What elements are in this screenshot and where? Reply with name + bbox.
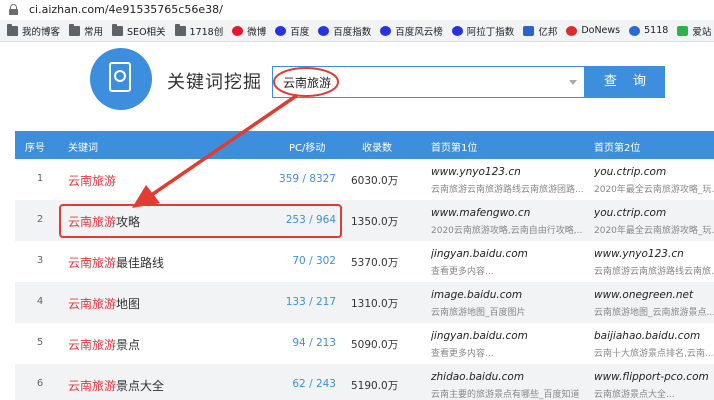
col-pc-mobile[interactable]: PC/移动 [289, 139, 325, 154]
aizhan-icon [677, 25, 689, 36]
row-rank2-desc: 2020年最全云南旅游攻略_玩... [594, 226, 714, 236]
row-rank1-url[interactable]: image.baidu.com [431, 289, 583, 301]
row-keyword[interactable]: 云南旅游景点大全 [68, 377, 164, 394]
bookmark-ebrun[interactable]: 亿邦 [523, 24, 557, 38]
row-index: 1 [36, 173, 44, 184]
ebrun-icon [523, 25, 535, 36]
row-keyword[interactable]: 云南旅游地图 [68, 295, 140, 312]
search-button[interactable]: 查 询 [585, 66, 665, 98]
bookmark-1718[interactable]: 1718创 [174, 23, 223, 38]
bookmark-weibo[interactable]: 微博 [232, 24, 266, 38]
bookmark-aladdin[interactable]: 阿拉丁指数 [451, 24, 514, 38]
row-pc-mobile[interactable]: 133 / 217 [246, 296, 336, 308]
baidu-paw-icon [451, 25, 463, 36]
row-rank1-url[interactable]: zhidao.baidu.com [431, 371, 583, 383]
row-pc-mobile[interactable]: 253 / 964 [246, 214, 336, 226]
row-rank1-desc: 云南旅游地图_百度图片 [431, 308, 526, 318]
row-rank2-desc: 2020年最全云南旅游攻略_玩... [594, 185, 714, 195]
page-title: 关键词挖掘 [167, 72, 262, 93]
row-keyword[interactable]: 云南旅游 [68, 172, 116, 189]
row-keyword[interactable]: 云南旅游最佳路线 [68, 254, 164, 271]
col-indexed[interactable]: 收录数 [362, 139, 392, 154]
url-text[interactable]: ci.aizhan.com/4e91535765c56e38/ [29, 3, 223, 16]
table-header: 序号 关键词 PC/移动 收录数 首页第1位 首页第2位 [15, 131, 714, 159]
donews-icon [566, 25, 578, 36]
table-row: 3 云南旅游最佳路线 70 / 302 5370.0万 jingyan.baid… [15, 241, 714, 282]
row-indexed: 1310.0万 [351, 298, 399, 310]
row-keyword[interactable]: 云南旅游攻略 [68, 213, 140, 230]
bookmark-5118[interactable]: 5118 [629, 25, 668, 36]
row-index: 4 [36, 296, 44, 307]
row-rank2-url[interactable]: www.ynyo123.cn [594, 248, 714, 260]
folder-icon [7, 23, 18, 36]
col-keyword: 关键词 [68, 143, 98, 154]
search-input[interactable]: 云南旅游 [272, 66, 585, 98]
table-row: 6 云南旅游景点大全 62 / 243 5190.0万 zhidao.baidu… [15, 364, 714, 400]
row-index: 3 [36, 255, 44, 266]
address-bar[interactable]: ci.aizhan.com/4e91535765c56e38/ [0, 0, 714, 20]
folder-icon [174, 23, 186, 36]
dropdown-caret-icon[interactable] [569, 80, 577, 85]
row-rank2-url[interactable]: you.ctrip.com [594, 166, 714, 178]
row-rank1-desc: 查看更多内容... [431, 267, 494, 277]
weibo-icon [232, 25, 244, 36]
row-rank2-url[interactable]: baijiahao.baidu.com [594, 330, 714, 342]
bookmark-baidu-index[interactable]: 百度指数 [318, 24, 371, 38]
row-rank1-desc: 云南主要的旅游景点有哪些_百度知道 [431, 390, 580, 400]
bookmark-blog[interactable]: 我的博客 [7, 23, 60, 38]
search-input-value: 云南旅游 [283, 76, 332, 90]
row-rank1-desc: 2020云南旅游攻略,云南自由行攻略,... [431, 226, 583, 236]
table-row: 2 云南旅游攻略 253 / 964 1350.0万 www.mafengwo.… [15, 200, 714, 241]
baidu-paw-icon [380, 25, 392, 36]
row-rank2-desc: 云南十大旅游景点排名,云南... [594, 349, 714, 359]
row-indexed: 6030.0万 [351, 175, 399, 187]
bookmarks-bar: 我的博客 常用 SEO相关 1718创 微博 百度 百度指数 百度风云榜 阿拉丁… [0, 20, 714, 42]
folder-icon [112, 23, 124, 36]
magnifier-icon [114, 70, 126, 82]
row-rank2-desc: 云南旅游地图_云南旅游景点... [594, 308, 714, 318]
bookmark-donews[interactable]: DoNews [566, 25, 620, 36]
row-rank2-desc: 云南旅游云南旅游路线云南旅... [594, 267, 714, 277]
lock-icon [9, 4, 18, 15]
row-rank1-url[interactable]: jingyan.baidu.com [431, 248, 583, 260]
col-rank2: 首页第2位 [594, 143, 641, 154]
bookmark-seo[interactable]: SEO相关 [112, 23, 166, 38]
col-index: 序号 [25, 143, 45, 154]
row-indexed: 5370.0万 [351, 257, 399, 269]
row-index: 5 [36, 337, 44, 348]
col-rank1: 首页第1位 [431, 143, 478, 154]
baidu-paw-icon [275, 25, 287, 36]
row-rank2-url[interactable]: you.ctrip.com [594, 207, 714, 219]
row-index: 2 [36, 214, 44, 225]
5118-icon [629, 25, 641, 36]
bookmark-aizhan[interactable]: 爱站 [677, 24, 711, 38]
row-pc-mobile[interactable]: 94 / 213 [246, 337, 336, 349]
row-keyword[interactable]: 云南旅游景点 [68, 336, 140, 353]
row-indexed: 1350.0万 [351, 216, 399, 228]
table-row: 1 云南旅游 359 / 8327 6030.0万 www.ynyo123.cn… [15, 159, 714, 200]
row-indexed: 5190.0万 [351, 380, 399, 392]
row-rank1-url[interactable]: jingyan.baidu.com [431, 330, 583, 342]
table-row: 4 云南旅游地图 133 / 217 1310.0万 image.baidu.c… [15, 282, 714, 323]
row-rank2-url[interactable]: www.flipport-pco.com [594, 371, 714, 383]
row-rank1-desc: 云南旅游云南旅游路线云南旅游团路... [431, 185, 583, 195]
baidu-paw-icon [318, 25, 330, 36]
row-rank1-desc: 查看更多内容... [431, 349, 494, 359]
row-indexed: 5090.0万 [351, 339, 399, 351]
row-index: 6 [36, 378, 44, 389]
row-rank1-url[interactable]: www.ynyo123.cn [431, 166, 583, 178]
row-pc-mobile[interactable]: 359 / 8327 [246, 173, 336, 185]
row-rank2-desc: 云南旅游景点大全... [594, 390, 675, 400]
row-rank2-url[interactable]: www.onegreen.net [594, 289, 714, 301]
row-pc-mobile[interactable]: 62 / 243 [246, 378, 336, 390]
bookmark-common[interactable]: 常用 [69, 23, 103, 38]
folder-icon [69, 23, 81, 36]
keyword-mining-logo [90, 48, 152, 110]
row-rank1-url[interactable]: www.mafengwo.cn [431, 207, 583, 219]
bookmark-baidu[interactable]: 百度 [275, 24, 309, 38]
table-row: 5 云南旅游景点 94 / 213 5090.0万 jingyan.baidu.… [15, 323, 714, 364]
row-pc-mobile[interactable]: 70 / 302 [246, 255, 336, 267]
bookmark-baidu-top[interactable]: 百度风云榜 [380, 24, 443, 38]
